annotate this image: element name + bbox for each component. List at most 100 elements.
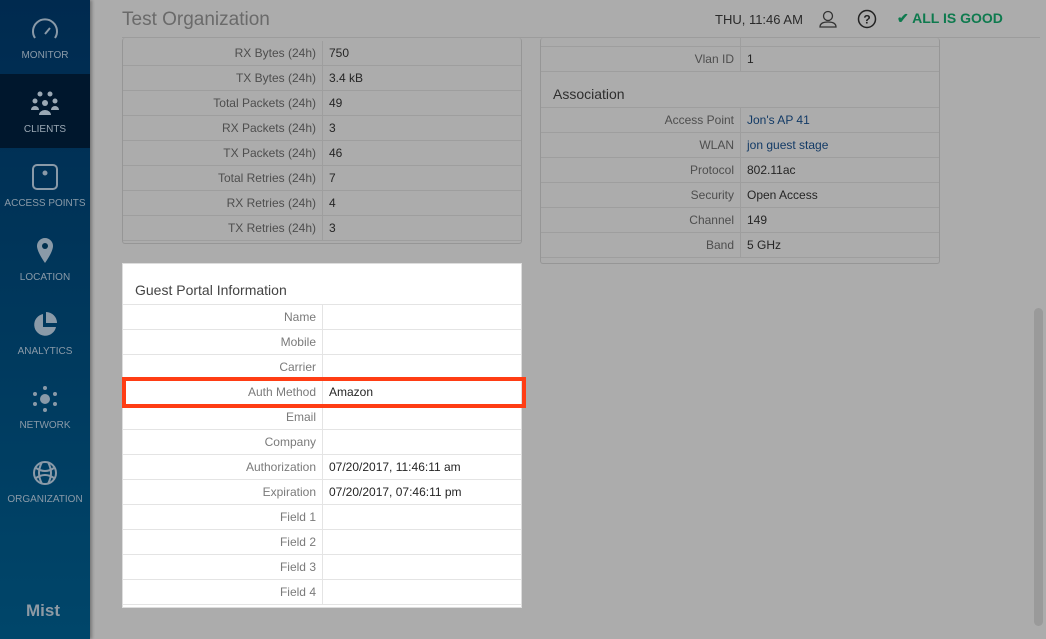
mist-logo: Mist [26,601,60,620]
row-value: 750 [329,46,350,60]
row-value: 149 [747,213,768,227]
page-title: Test Organization [122,9,270,30]
globe-icon [33,460,57,485]
row-value-link[interactable]: jon guest stage [741,138,828,152]
access-point-icon [32,163,58,190]
table-row: Field 2 [123,530,521,555]
table-row: RX Bytes (24h) 750 [123,41,521,66]
table-row: RX Packets (24h) 3 [123,116,521,141]
row-value: Open Access [747,188,818,202]
row-value: 4 [329,196,336,210]
nav-location[interactable]: LOCATION [0,222,90,296]
row-label: RX Packets (24h) [123,116,323,140]
row-label: Company [123,430,323,454]
auth-method-highlight [122,377,526,408]
nav-access-points[interactable]: ACCESS POINTS [0,148,90,222]
row-label: TX Packets (24h) [123,141,323,165]
table-row: Field 1 [123,505,521,530]
nav-network[interactable]: NETWORK [0,370,90,444]
row-value: 3.4 kB [329,71,364,85]
row-label: WLAN [541,133,741,157]
help-icon[interactable]: ? [857,9,877,29]
table-row: Field 4 [123,580,521,605]
clock: THU, 11:46 AM [715,12,803,27]
pie-chart-icon [34,311,57,336]
table-row: Name [123,305,521,330]
nav-label: ORGANIZATION [7,493,83,505]
nav-label: LOCATION [19,271,71,283]
row-label: Total Retries (24h) [123,166,323,190]
partial-row [541,38,939,47]
nav-label: NETWORK [19,419,71,431]
row-label: TX Bytes (24h) [123,66,323,90]
table-row: TX Packets (24h) 46 [123,141,521,166]
status-indicator[interactable]: ✔ ALL IS GOOD [897,10,1003,27]
association-heading: Association [541,72,939,108]
table-row: Email [123,405,521,430]
table-row: Total Packets (24h) 49 [123,91,521,116]
stats-panel: RX Bytes (24h) 750 TX Bytes (24h) 3.4 kB Tot… [122,38,522,244]
table-row: Band 5 GHz [541,233,939,258]
table-row: Protocol 802.11ac [541,158,939,183]
row-value: 46 [329,146,343,160]
table-row: Total Retries (24h) 7 [123,166,521,191]
table-row: Mobile [123,330,521,355]
row-value: 49 [329,96,343,110]
table-row: Company [123,430,521,455]
nav-label: ACCESS POINTS [4,197,86,209]
location-pin-icon [37,237,53,263]
nav-organization[interactable]: ORGANIZATION [0,444,90,518]
guest-portal-panel: Guest Portal Information Name Mobile Carri… [122,263,522,608]
row-value: 3 [329,121,336,135]
table-row: TX Retries (24h) 3 [123,216,521,241]
row-label: RX Bytes (24h) [123,41,323,65]
row-label: Protocol [541,158,741,182]
row-value: 07/20/2017, 07:46:11 pm [329,485,462,499]
row-label: Field 3 [123,555,323,579]
row-value-link[interactable]: Jon's AP 41 [741,113,810,127]
row-value: 3 [329,221,336,235]
row-value: 5 GHz [747,238,782,252]
nav-monitor[interactable]: MONITOR [0,0,90,74]
nav-analytics[interactable]: ANALYTICS [0,296,90,370]
table-row: Security Open Access [541,183,939,208]
table-row: Authorization 07/20/2017, 11:46:11 am [123,455,521,480]
row-label: Security [541,183,741,207]
table-row: Field 3 [123,555,521,580]
row-label: Field 1 [123,505,323,529]
details-panel: Vlan ID 1 Association Access Point Jon's A… [540,38,940,264]
table-row: RX Retries (24h) 4 [123,191,521,216]
clients-icon [31,91,59,115]
header: Test Organization THU, 11:46 AM ? ✔ ALL … [90,0,1046,38]
row-value: 802.11ac [747,163,796,177]
network-icon [33,385,57,412]
table-row: TX Bytes (24h) 3.4 kB [123,66,521,91]
gauge-icon [32,17,58,39]
row-label: RX Retries (24h) [123,191,323,215]
row-label: Band [541,233,741,257]
row-value: 7 [329,171,336,185]
table-row: Access Point Jon's AP 41 [541,108,939,133]
svg-text:?: ? [863,13,870,27]
vlan-row: Vlan ID 1 [541,47,939,72]
row-label: Authorization [123,455,323,479]
row-label: Name [123,305,323,329]
row-label: Access Point [541,108,741,132]
row-label: TX Retries (24h) [123,216,323,240]
table-row: Expiration 07/20/2017, 07:46:11 pm [123,480,521,505]
row-label: Channel [541,208,741,232]
row-label: Mobile [123,330,323,354]
row-label: Total Packets (24h) [123,91,323,115]
row-label: Field 2 [123,530,323,554]
nav-clients[interactable]: CLIENTS [0,74,90,148]
row-label: Carrier [123,355,323,379]
table-row: WLAN jon guest stage [541,133,939,158]
scrollbar-thumb[interactable] [1034,308,1043,626]
table-row: Channel 149 [541,208,939,233]
nav-label: CLIENTS [23,123,67,135]
row-label: Email [123,405,323,429]
nav-label: MONITOR [21,49,69,61]
check-icon: ✔ [897,10,913,26]
user-icon[interactable] [818,9,838,29]
row-label: Expiration [123,480,323,504]
